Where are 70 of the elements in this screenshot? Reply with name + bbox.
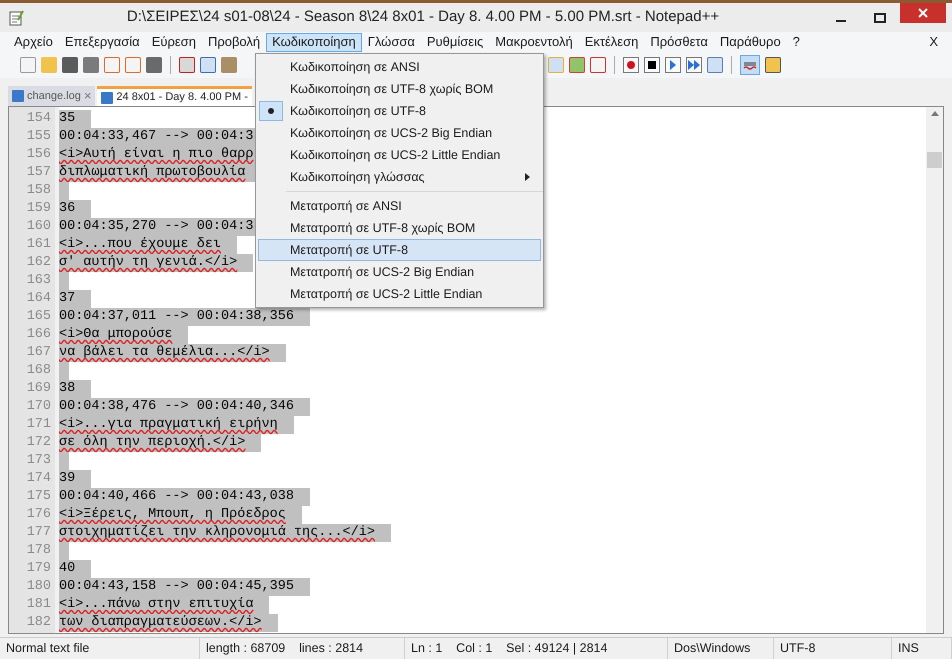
scrollbar-thumb[interactable]	[927, 152, 942, 168]
status-field: Ln : 1 Col : 1 Sel : 49124 | 2814	[405, 638, 668, 659]
line-number: 154	[26, 110, 52, 128]
maximize-icon[interactable]	[874, 12, 886, 22]
menu-item[interactable]: Προβολή	[202, 32, 266, 52]
menu-option[interactable]: Μετατροπή σε ANSI	[258, 195, 541, 217]
line-number: 157	[26, 164, 52, 182]
line-number: 170	[26, 398, 52, 416]
line-number: 169	[26, 380, 52, 398]
menu-item[interactable]: ?	[786, 32, 806, 52]
menu-option[interactable]: Μετατροπή σε UCS-2 Little Endian	[258, 283, 541, 305]
play-icon[interactable]	[665, 57, 681, 73]
record-icon[interactable]	[623, 57, 639, 73]
line-number: 164	[26, 290, 52, 308]
menu-item[interactable]: Επεξεργασία	[58, 32, 146, 52]
line-number: 179	[26, 560, 52, 578]
menu-option[interactable]: Κωδικοποίηση σε UTF-8 χωρίς BOM	[258, 78, 541, 100]
line-number: 182	[26, 614, 52, 632]
line-number: 172	[26, 434, 52, 452]
menu-item[interactable]: Ρυθμίσεις	[420, 32, 490, 52]
line-number: 177	[26, 524, 52, 542]
menu-item[interactable]: Γλώσσα	[362, 32, 421, 52]
menu-item[interactable]: Μακροεντολή	[489, 32, 579, 52]
stop-icon[interactable]	[644, 57, 660, 73]
menu-item[interactable]: Παράθυρο	[714, 32, 787, 52]
close-document-button[interactable]: X	[929, 32, 944, 52]
spellcheck-icon[interactable]	[740, 55, 760, 75]
line-number: 161	[26, 236, 52, 254]
line-number: 178	[26, 542, 52, 560]
status-field: length : 68709 lines : 2814	[200, 638, 405, 659]
menu-item[interactable]: Κωδικοποίηση	[266, 32, 362, 52]
line-number: 173	[26, 452, 52, 470]
status-field: INS	[892, 638, 952, 659]
line-number: 159	[26, 200, 52, 218]
line-number: 180	[26, 578, 52, 596]
line-number: 158	[26, 182, 52, 200]
line-number: 156	[26, 146, 52, 164]
line-number: 162	[26, 254, 52, 272]
file-tab[interactable]: 24 8x01 - Day 8. 4.00 PM -	[97, 86, 252, 106]
submenu-arrow-icon	[525, 173, 530, 181]
line-number: 165	[26, 308, 52, 326]
file-tab[interactable]: change.log ×	[8, 86, 96, 106]
line-number: 166	[26, 326, 52, 344]
play-multi-icon[interactable]	[686, 57, 702, 73]
line-number: 174	[26, 470, 52, 488]
line-number: 175	[26, 488, 52, 506]
notepad-icon	[8, 10, 24, 26]
menu-option[interactable]: Μετατροπή σε UCS-2 Big Endian	[258, 261, 541, 283]
bullet-icon	[268, 108, 274, 114]
line-number: 167	[26, 344, 52, 362]
status-field: Normal text file	[0, 638, 200, 659]
close-button[interactable]	[900, 3, 946, 23]
line-number: 181	[26, 596, 52, 614]
status-field: Dos\Windows	[668, 638, 774, 659]
status-field: UTF-8	[774, 638, 892, 659]
menu-option[interactable]: Κωδικοποίηση σε UTF-8	[258, 100, 541, 122]
menu-item[interactable]: Πρόσθετα	[644, 32, 714, 52]
menu-item[interactable]: Αρχείο	[8, 32, 59, 52]
line-number: 168	[26, 362, 52, 380]
line-number: 163	[26, 272, 52, 290]
line-number: 155	[26, 128, 52, 146]
line-number: 160	[26, 218, 52, 236]
vertical-scrollbar[interactable]	[926, 107, 943, 633]
scroll-up-arrow-icon[interactable]	[930, 111, 938, 116]
menu-item[interactable]: Εκτέλεση	[578, 32, 644, 52]
line-number: 171	[26, 416, 52, 434]
line-number: 176	[26, 506, 52, 524]
window-title: D:\ΣΕΙΡΕΣ\24 s01-08\24 - Season 8\24 8x01 - Day 8. 4.00 PM - 5.00 PM.srt - Notepad++	[126, 7, 720, 28]
menu-item[interactable]: Εύρεση	[146, 32, 202, 52]
menu-option[interactable]: Μετατροπή σε UTF-8	[258, 239, 541, 261]
